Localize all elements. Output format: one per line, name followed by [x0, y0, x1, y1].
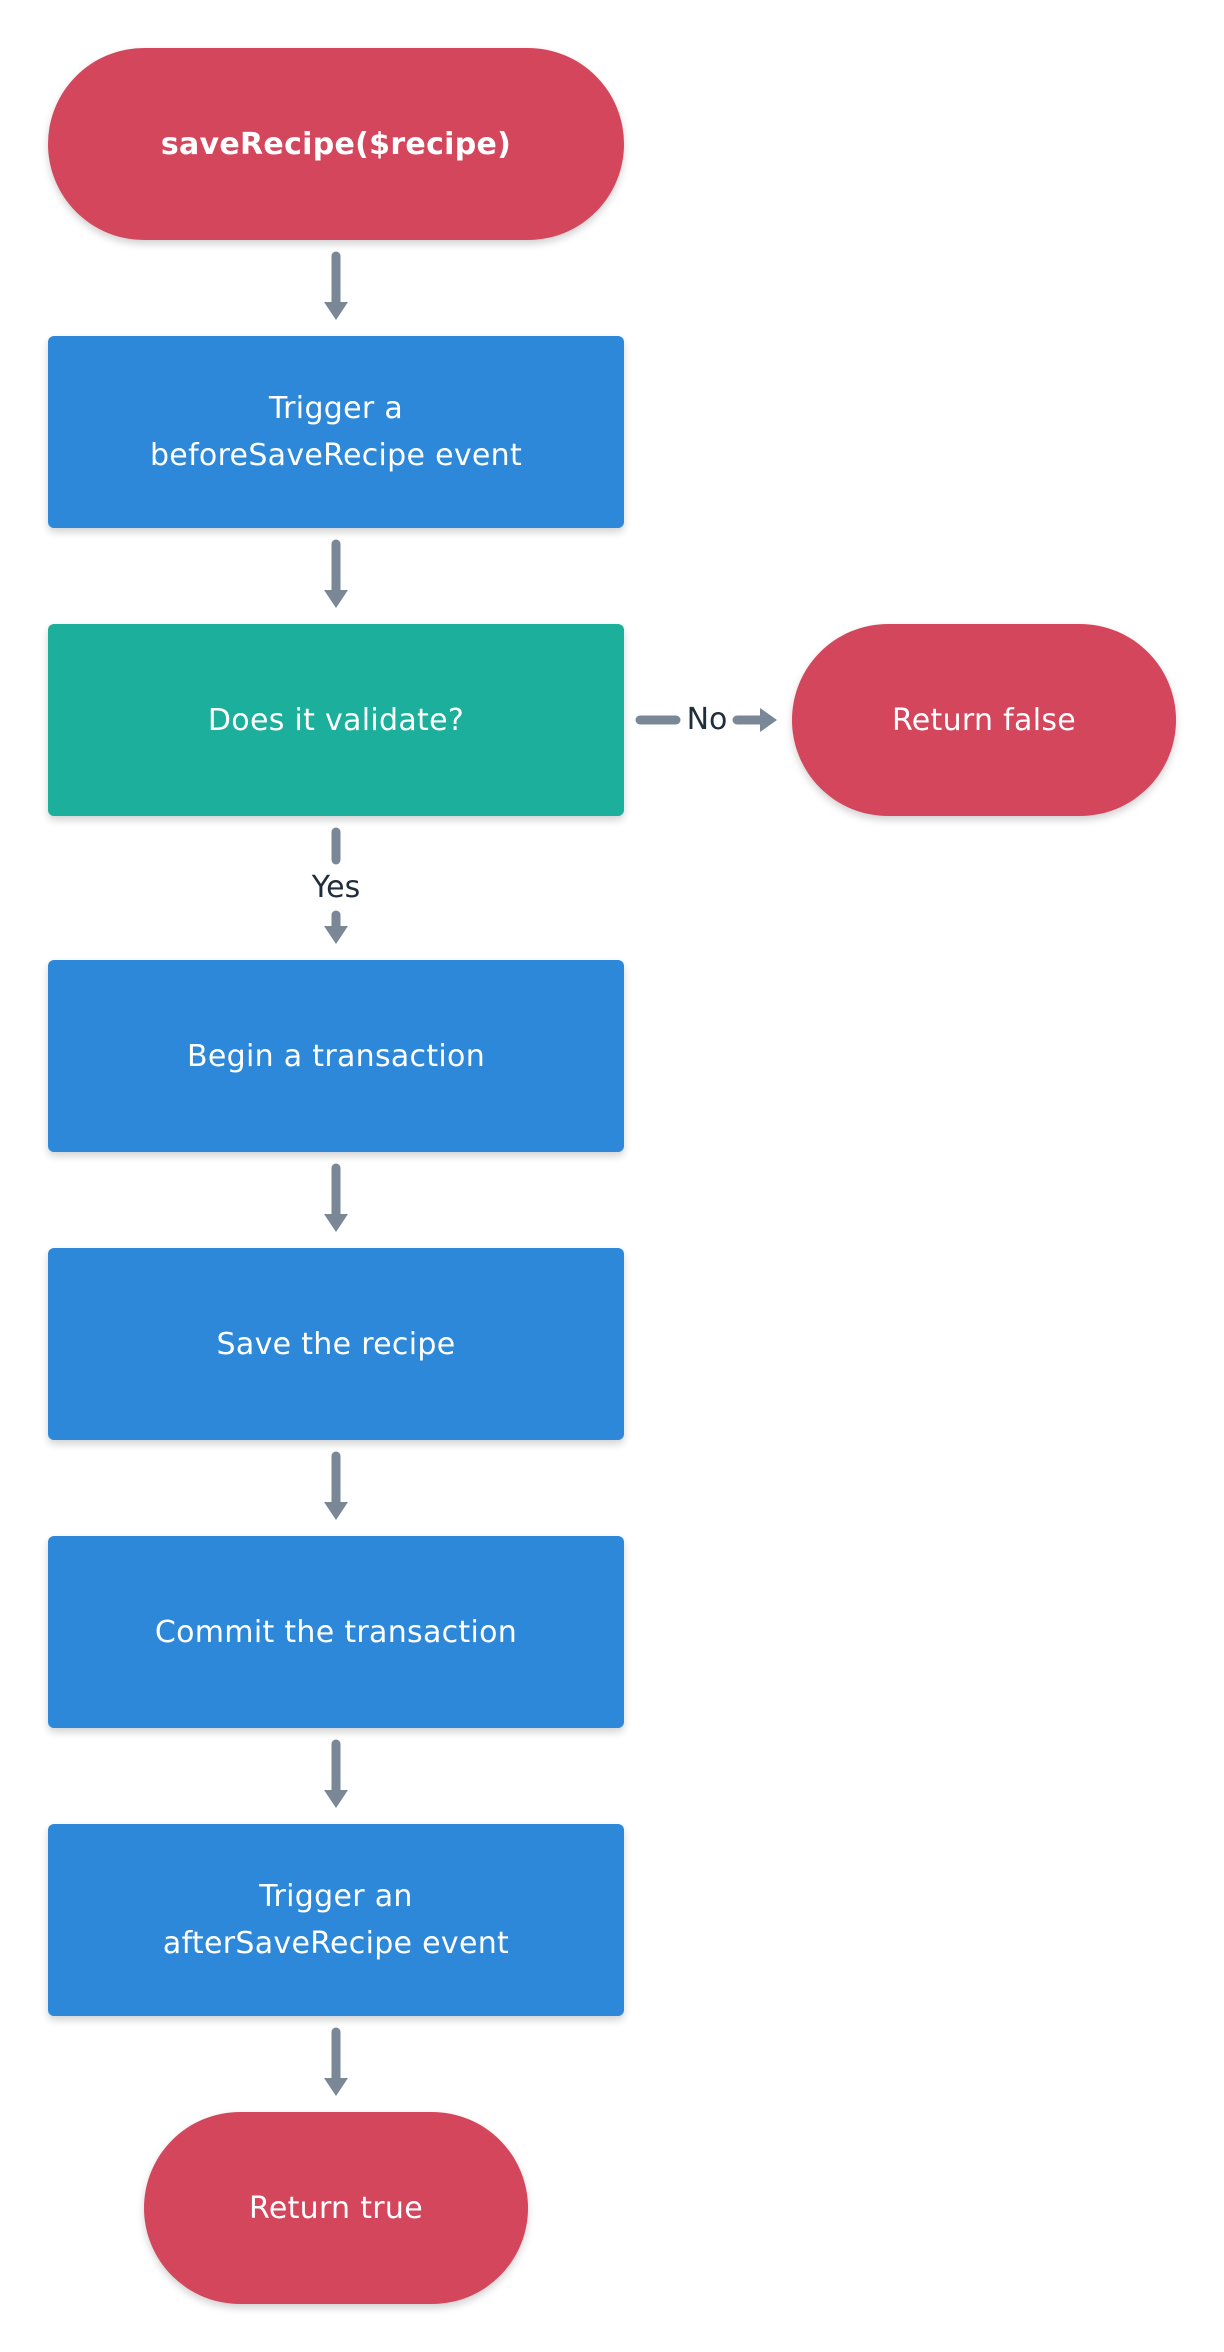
- edge-label-yes: Yes: [311, 870, 361, 905]
- return-false-label: Return false: [891, 702, 1077, 738]
- start-label: saveRecipe($recipe): [160, 126, 512, 162]
- return-false-terminal: Return false: [792, 624, 1176, 816]
- start-terminal: saveRecipe($recipe): [48, 48, 624, 240]
- arrow-before-event-to-validate: [324, 539, 348, 608]
- arrow-start-to-before-event: [324, 251, 348, 320]
- before-save-event-step: Trigger a beforeSaveRecipe event: [48, 336, 624, 528]
- save-recipe-step: Save the recipe: [48, 1248, 624, 1440]
- edge-label-no: No: [686, 702, 728, 737]
- arrow-save-to-commit: [324, 1451, 348, 1520]
- save-recipe-label: Save the recipe: [216, 1326, 456, 1362]
- begin-transaction-label: Begin a transaction: [186, 1038, 486, 1074]
- return-true-terminal: Return true: [144, 2112, 528, 2304]
- commit-transaction-step: Commit the transaction: [48, 1536, 624, 1728]
- arrow-after-event-to-return-true: [324, 2027, 348, 2096]
- after-save-event-step: Trigger an afterSaveRecipe event: [48, 1824, 624, 2016]
- begin-transaction-step: Begin a transaction: [48, 960, 624, 1152]
- after-save-event-label: Trigger an afterSaveRecipe event: [162, 1879, 510, 1961]
- before-save-event-label: Trigger a beforeSaveRecipe event: [149, 391, 523, 473]
- validate-label: Does it validate?: [207, 702, 465, 738]
- commit-transaction-label: Commit the transaction: [154, 1614, 518, 1650]
- return-true-label: Return true: [249, 2190, 423, 2226]
- arrow-commit-to-after-event: [324, 1739, 348, 1808]
- arrow-begin-to-save: [324, 1163, 348, 1232]
- validate-decision: Does it validate?: [48, 624, 624, 816]
